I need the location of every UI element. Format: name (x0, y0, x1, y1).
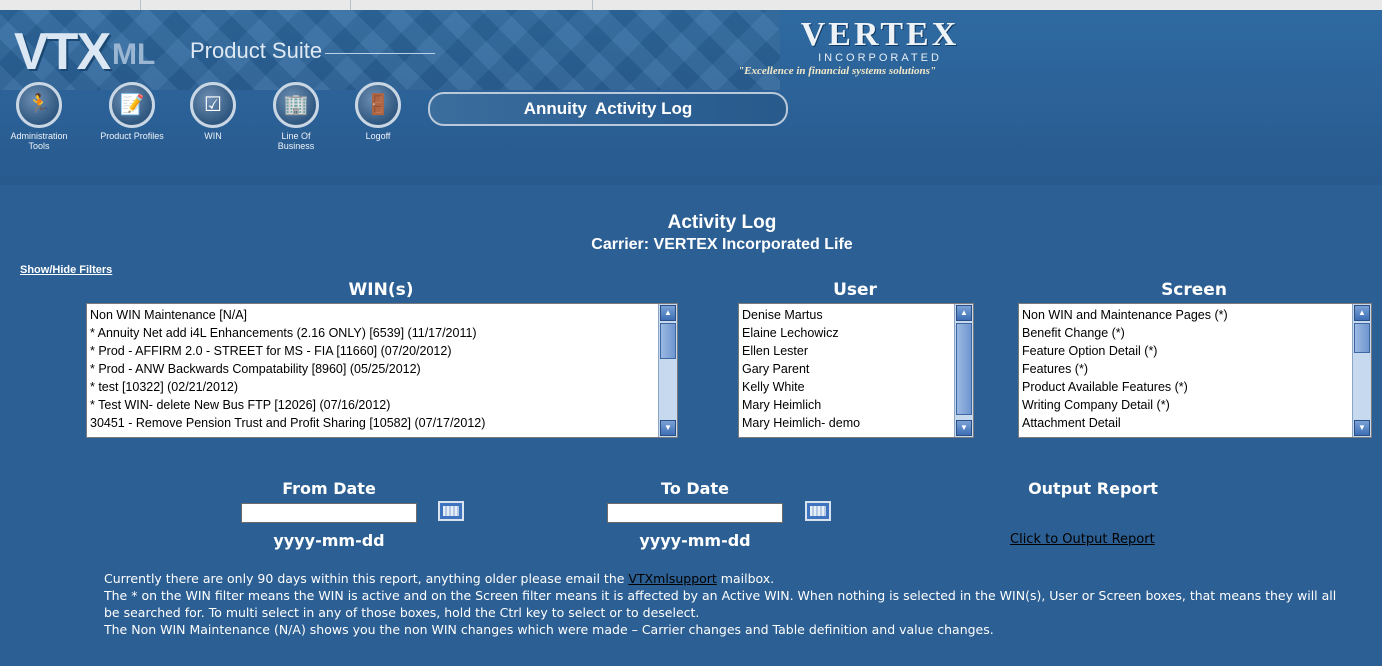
screen-listbox[interactable]: Non WIN and Maintenance Pages (*) Benefi… (1018, 303, 1372, 438)
nav-logoff[interactable]: 🚪 Logoff (345, 82, 411, 141)
nav-product-profiles[interactable]: 📝 Product Profiles (99, 82, 165, 141)
user-header: User (833, 280, 877, 300)
list-item[interactable]: Product Available Features (*) (1022, 378, 1349, 396)
list-item[interactable]: Benefit Change (*) (1022, 324, 1349, 342)
nav-line-of-business[interactable]: 🏢 Line Of Business (263, 82, 329, 151)
checkmark-icon: ☑ (190, 82, 236, 128)
vertex-tagline: "Excellence in financial systems solutio… (738, 65, 936, 77)
vertex-incorporated: INCORPORATED (818, 52, 942, 64)
list-item[interactable]: Attachment Detail (1022, 414, 1349, 432)
list-item[interactable]: Non WIN and Maintenance Pages (*) (1022, 306, 1349, 324)
win-scrollbar[interactable]: ▲ ▼ (658, 304, 677, 437)
nav-label: WIN (204, 131, 222, 141)
screen-header: Screen (1161, 280, 1227, 300)
scroll-thumb[interactable] (1354, 323, 1370, 353)
app-header: VTX ML Product Suite VERTEX INCORPORATED… (0, 10, 1382, 185)
list-item[interactable]: * Annuity Net add i4L Enhancements (2.16… (90, 324, 655, 342)
screen-scrollbar[interactable]: ▲ ▼ (1352, 304, 1371, 437)
from-date-input[interactable] (241, 503, 417, 523)
list-item[interactable]: Elaine Lechowicz (742, 324, 951, 342)
logo-vtx: VTX (14, 23, 111, 81)
page-title-pill: Annuity Activity Log (428, 92, 788, 126)
from-date-label: From Date (282, 479, 376, 498)
note-line-1-post: mailbox. (716, 571, 775, 586)
to-date-format: yyyy-mm-dd (639, 531, 751, 550)
nav-label: Logoff (365, 131, 391, 141)
scroll-down-arrow-icon[interactable]: ▼ (660, 420, 676, 436)
pill-product: Annuity (523, 99, 587, 118)
building-icon: 🏢 (273, 82, 319, 128)
help-notes: Currently there are only 90 days within … (104, 570, 1344, 638)
to-calendar-icon[interactable] (805, 501, 831, 521)
top-strip-segment (0, 0, 141, 10)
list-item[interactable]: * Prod - AFFIRM 2.0 - STREET for MS - FI… (90, 342, 655, 360)
list-item[interactable]: Feature Option Detail (*) (1022, 342, 1349, 360)
carrier-line: Carrier: VERTEX Incorporated Life (591, 236, 853, 253)
note-line-1-pre: Currently there are only 90 days within … (104, 571, 629, 586)
win-header: WIN(s) (348, 280, 414, 300)
user-listbox[interactable]: Denise Martus Elaine Lechowicz Ellen Les… (738, 303, 974, 438)
scroll-thumb[interactable] (956, 323, 972, 415)
nav-administration-tools[interactable]: 🏃 Administration Tools (6, 82, 72, 151)
nav-win[interactable]: ☑ WIN (180, 82, 246, 141)
to-date-label: To Date (661, 479, 729, 498)
logo-ml: ML (112, 38, 156, 71)
list-item[interactable]: Ellen Lester (742, 342, 951, 360)
nav-label: Line Of Business (277, 131, 315, 151)
list-item[interactable]: Features (*) (1022, 360, 1349, 378)
list-item[interactable]: Mary Heimlich- demo (742, 414, 951, 432)
output-report-label: Output Report (1028, 479, 1158, 498)
scroll-down-arrow-icon[interactable]: ▼ (956, 420, 972, 436)
vtxmlsupport-link[interactable]: VTXmlsupport (628, 571, 716, 586)
from-date-format: yyyy-mm-dd (273, 531, 385, 550)
door-icon: 🚪 (355, 82, 401, 128)
page-title: Activity Log (667, 212, 777, 233)
list-item[interactable]: Kelly White (742, 378, 951, 396)
product-suite-label: Product Suite (190, 38, 323, 63)
runner-icon: 🏃 (16, 82, 62, 128)
note-line-3: The Non WIN Maintenance (N/A) shows you … (104, 622, 994, 637)
list-item[interactable]: Denise Martus (742, 306, 951, 324)
top-strip-segment (556, 0, 593, 10)
scroll-down-arrow-icon[interactable]: ▼ (1354, 420, 1370, 436)
note-line-1: Currently there are only 90 days within … (104, 570, 1344, 587)
from-calendar-icon[interactable] (438, 501, 464, 521)
win-listbox[interactable]: Non WIN Maintenance [N/A] * Annuity Net … (86, 303, 678, 438)
vertex-logo: VERTEX (800, 16, 960, 53)
list-item[interactable]: 30451 - Remove Pension Trust and Profit … (90, 414, 655, 432)
scroll-up-arrow-icon[interactable]: ▲ (1354, 305, 1370, 321)
top-strip-segment (140, 0, 351, 10)
note-line-2: The * on the WIN filter means the WIN is… (104, 588, 1337, 620)
list-item[interactable]: * Prod - ANW Backwards Compatability [89… (90, 360, 655, 378)
scroll-thumb[interactable] (660, 323, 676, 359)
scroll-up-arrow-icon[interactable]: ▲ (956, 305, 972, 321)
logo-divider (325, 53, 435, 54)
user-scrollbar[interactable]: ▲ ▼ (954, 304, 973, 437)
list-item[interactable]: Gary Parent (742, 360, 951, 378)
show-hide-filters-link[interactable]: Show/Hide Filters (20, 264, 112, 276)
scroll-up-arrow-icon[interactable]: ▲ (660, 305, 676, 321)
to-date-input[interactable] (607, 503, 783, 523)
list-item[interactable]: * test [10322] (02/21/2012) (90, 378, 655, 396)
output-report-link[interactable]: Click to Output Report (1010, 532, 1155, 547)
nav-label: Administration Tools (10, 131, 68, 151)
list-item[interactable]: Non WIN Maintenance [N/A] (90, 306, 655, 324)
document-pencil-icon: 📝 (109, 82, 155, 128)
pill-page: Activity Log (594, 99, 693, 118)
list-item[interactable]: * Test WIN- delete New Bus FTP [12026] (… (90, 396, 655, 414)
nav-label: Product Profiles (100, 131, 164, 141)
list-item[interactable]: Writing Company Detail (*) (1022, 396, 1349, 414)
list-item[interactable]: Mary Heimlich (742, 396, 951, 414)
